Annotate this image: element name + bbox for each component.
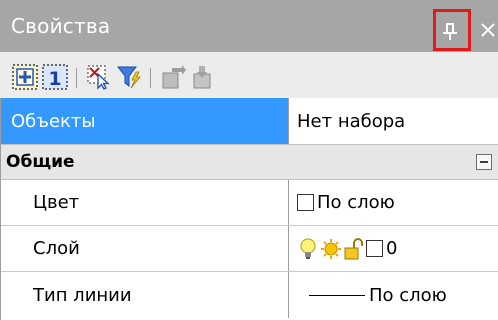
property-label-color: Цвет xyxy=(33,192,80,213)
unlocked-padlock-icon xyxy=(344,237,363,259)
svg-text:1: 1 xyxy=(48,68,61,90)
property-row-color[interactable]: Цвет По слою xyxy=(0,180,498,226)
pin-button[interactable] xyxy=(441,20,461,42)
property-value-linetype[interactable]: По слою xyxy=(288,272,498,318)
copy-properties-button[interactable] xyxy=(190,64,216,90)
panel-titlebar[interactable]: Свойства xyxy=(0,0,498,52)
group-title: Общие xyxy=(6,152,75,172)
pickadd-number-button[interactable]: 1 xyxy=(42,64,68,90)
color-value: По слою xyxy=(317,192,395,213)
properties-toolbar xyxy=(0,52,498,98)
property-value-color[interactable]: По слою xyxy=(288,180,498,225)
group-header-general[interactable]: Общие xyxy=(0,144,498,180)
layer-color-swatch-icon xyxy=(366,240,383,257)
copy-properties-icon xyxy=(193,66,211,89)
select-objects-button[interactable] xyxy=(86,64,112,90)
toolbar-separator xyxy=(76,68,77,88)
property-row-linetype[interactable]: Тип линии По слою xyxy=(0,272,498,318)
match-properties-icon xyxy=(162,65,186,89)
property-grid: Объекты Нет набора Общие Цвет По слою Сл… xyxy=(0,98,498,320)
toolbar-separator-2 xyxy=(150,68,151,88)
property-value-layer[interactable]: 0 xyxy=(288,226,498,271)
select-objects-icon xyxy=(87,65,110,90)
linetype-value: По слою xyxy=(369,284,447,306)
selection-label: Объекты xyxy=(0,98,288,144)
pin-icon xyxy=(443,23,457,40)
close-button[interactable] xyxy=(478,16,498,44)
toggle-pickadd-button[interactable] xyxy=(12,64,38,90)
layer-value: 0 xyxy=(386,238,398,259)
quick-select-button[interactable] xyxy=(116,64,142,90)
collapse-minus-icon[interactable] xyxy=(476,154,492,170)
close-icon xyxy=(481,23,495,37)
selection-dropdown[interactable]: Нет набора xyxy=(288,98,498,144)
property-label-layer: Слой xyxy=(33,238,80,259)
property-row-layer[interactable]: Слой 0 xyxy=(0,226,498,272)
property-label-linetype: Тип линии xyxy=(33,284,132,306)
match-properties-button[interactable] xyxy=(160,64,186,90)
sun-thaw-icon xyxy=(321,238,341,259)
selection-row[interactable]: Объекты Нет набора xyxy=(0,98,498,144)
panel-title: Свойства xyxy=(11,14,111,38)
linetype-sample-icon xyxy=(309,294,365,296)
lightbulb-on-icon xyxy=(300,238,316,259)
quick-select-icon xyxy=(116,66,141,89)
pickadd-number-icon: 1 xyxy=(42,64,68,90)
color-swatch-icon xyxy=(297,194,314,211)
properties-panel: Свойства 1 Объекты Нет набора Общие Цвет… xyxy=(0,0,498,320)
toggle-pickadd-icon xyxy=(12,64,38,90)
grid-left-border xyxy=(0,98,1,320)
